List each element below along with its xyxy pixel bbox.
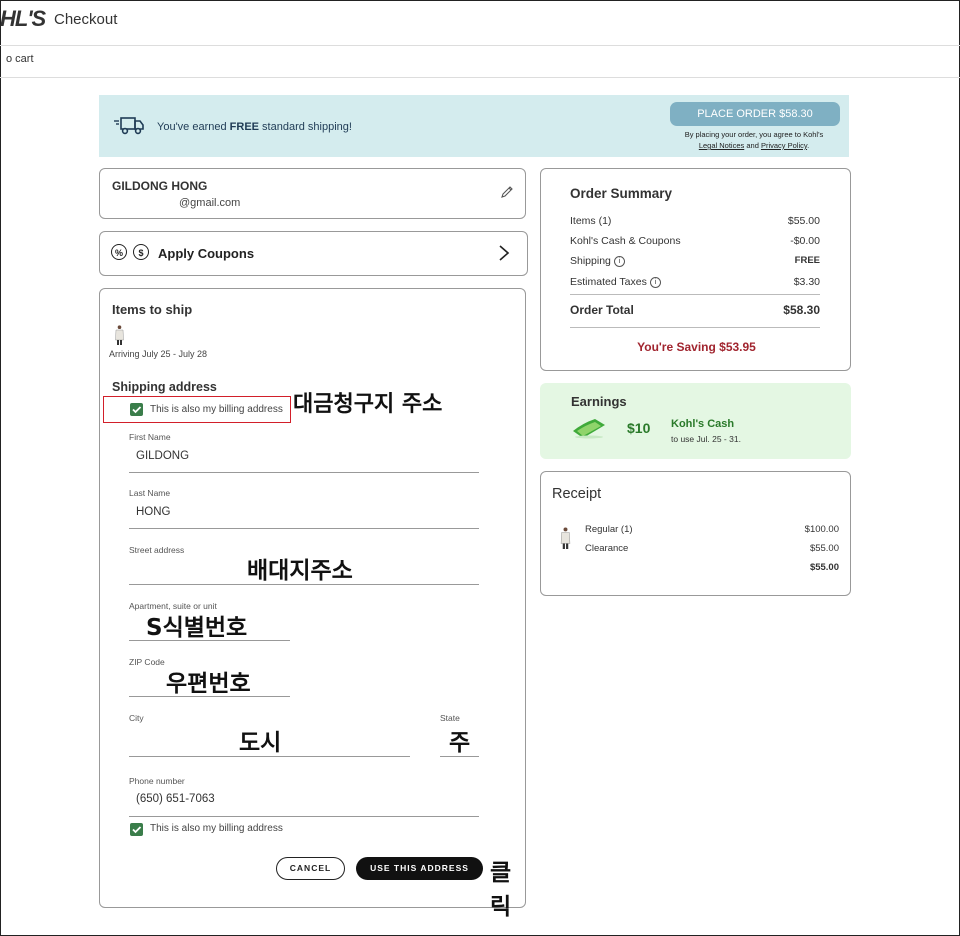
receipt-total-value: $55.00 [809,562,839,573]
receipt-title: Receipt [552,486,602,502]
place-order-button[interactable]: PLACE ORDER $58.30 [670,102,840,126]
earnings-amount: $10 [627,420,651,436]
state-label: State [440,713,460,723]
annotation-apartment: S식별번호 [146,615,248,641]
chevron-right-icon [499,245,510,261]
items-to-ship-title: Items to ship [112,302,193,317]
phone-number-field[interactable]: Phone number (650) 651-7063 [129,776,479,817]
apply-coupons-label: Apply Coupons [158,246,255,261]
ship-msg-free: FREE [229,121,259,133]
summary-row-taxes: Estimated Taxes i $3.30 [570,276,820,290]
summary-row-shipping: Shipping i FREE [570,255,820,269]
annotation-zip: 우편번호 [166,671,251,697]
user-name: GILDONG HONG [112,179,208,193]
summary-cash-value: -$0.00 [790,235,820,247]
order-terms: By placing your order, you agree to Kohl… [659,129,849,151]
order-summary-card: Order Summary Items (1) $55.00 Kohl's Ca… [540,168,851,371]
info-icon[interactable]: i [649,277,661,288]
receipt-card: Receipt Regular (1) $100.00 Clearance $5… [540,471,851,596]
receipt-row-clearance: Clearance $55.00 [585,543,839,556]
street-address-label: Street address [129,545,185,555]
summary-row-cash: Kohl's Cash & Coupons -$0.00 [570,235,820,249]
savings-text: You're Saving $53.95 [637,340,756,354]
store-logo[interactable]: HL'S [0,6,46,32]
annotation-city: 도시 [239,730,282,756]
last-name-field[interactable]: Last Name HONG [129,488,479,529]
last-name-label: Last Name [129,488,171,498]
truck-icon [114,117,144,135]
summary-row-items: Items (1) $55.00 [570,215,820,229]
receipt-regular-value: $100.00 [804,524,839,535]
first-name-field[interactable]: First Name GILDONG [129,432,479,473]
ship-msg-suffix: standard shipping! [259,121,352,133]
last-name-value[interactable]: HONG [136,506,171,518]
billing-checkbox-top-label: This is also my billing address [150,404,283,415]
breadcrumb-bar: o cart [0,46,960,78]
top-header: HL'S Checkout [0,0,960,46]
earnings-title: Earnings [571,394,627,409]
annotation-state: 주 [449,730,471,756]
receipt-row-regular: Regular (1) $100.00 [585,524,839,537]
summary-items-label: Items (1) [570,215,612,227]
annotation-billing-address: 대금청구지 주소 [293,392,443,417]
arrival-dates: Arriving July 25 - July 28 [109,349,208,359]
receipt-clearance-label: Clearance [585,543,629,554]
cancel-button[interactable]: CANCEL [276,857,345,880]
billing-checkbox-bottom-label: This is also my billing address [150,823,283,834]
phone-number-label: Phone number [129,776,185,786]
summary-shipping-label: Shipping [570,255,611,267]
apply-coupons-button[interactable]: % $ Apply Coupons [99,231,528,276]
summary-divider [570,327,820,328]
summary-taxes-value: $3.30 [793,276,820,288]
receipt-regular-label: Regular (1) [585,524,633,535]
terms-end: . [807,141,810,150]
dollar-icon: $ [133,244,149,260]
zip-code-label: ZIP Code [129,657,165,667]
earnings-card: Earnings $10 Kohl's Cash to use Jul. 25 … [540,383,851,459]
earnings-name: Kohl's Cash [671,418,735,430]
info-icon[interactable]: i [613,256,625,267]
checkmark-icon [132,406,142,414]
legal-notices-link[interactable]: Legal Notices [699,141,744,150]
phone-number-value[interactable]: (650) 651-7063 [136,793,215,805]
billing-checkbox-top[interactable] [130,403,143,416]
billing-checkbox-bottom[interactable] [130,823,143,836]
summary-taxes-label: Estimated Taxes [570,276,647,288]
city-label: City [129,713,144,723]
terms-and: and [744,141,761,150]
terms-text: By placing your order, you agree to Kohl… [684,130,824,139]
pencil-icon[interactable] [500,185,514,199]
earnings-validity: to use Jul. 25 - 31. [671,434,741,444]
user-email: @gmail.com [179,197,241,209]
summary-shipping-value: FREE [794,255,820,266]
account-card: GILDONG HONG @gmail.com [99,168,526,219]
order-total-label: Order Total [570,303,634,317]
product-thumbnail [115,325,124,345]
free-shipping-message: You've earned FREE standard shipping! [157,121,352,133]
annotation-street: 배대지주소 [247,558,353,584]
receipt-clearance-value: $55.00 [809,543,839,554]
use-this-address-button[interactable]: USE THIS ADDRESS [356,857,483,880]
product-thumbnail [560,527,571,549]
kohls-cash-icon [573,419,605,439]
order-total-value: $58.30 [783,303,820,317]
checkmark-icon [132,826,142,834]
ship-msg-prefix: You've earned [157,121,230,133]
summary-items-value: $55.00 [787,215,820,227]
annotation-click: 클릭 [490,860,512,920]
percent-icon: % [111,244,127,260]
shipping-form-card: Items to ship Arriving July 25 - July 28… [99,288,526,920]
shipping-address-title: Shipping address [112,380,217,394]
receipt-row-total: $55.00 [585,562,839,575]
privacy-policy-link[interactable]: Privacy Policy [761,141,807,150]
order-summary-title: Order Summary [570,186,673,201]
page-title: Checkout [54,11,118,28]
free-shipping-banner: You've earned FREE standard shipping! PL… [99,95,849,157]
summary-row-total: Order Total $58.30 [570,303,820,317]
back-to-cart-link[interactable]: o cart [6,53,34,65]
summary-divider [570,294,820,295]
summary-cash-label: Kohl's Cash & Coupons [570,235,681,247]
first-name-value[interactable]: GILDONG [136,450,189,462]
first-name-label: First Name [129,432,171,442]
